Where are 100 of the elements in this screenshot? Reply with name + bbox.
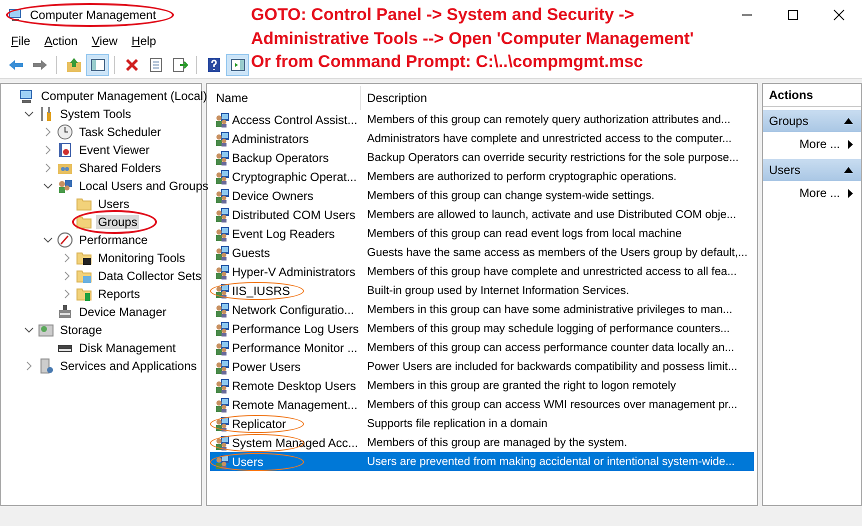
table-row[interactable]: Replicator Supports file replication in a domain — [210, 414, 754, 433]
user-group-icon — [214, 206, 230, 222]
table-row[interactable]: Access Control Assist... Members of this group can remotely query authorization attributes and... — [210, 110, 754, 129]
tree-item[interactable]: Groups — [96, 215, 140, 229]
table-row[interactable]: Power Users Power Users are included for backwards compatibility and possess limit... — [210, 357, 754, 376]
group-name: IIS_IUSRS — [232, 284, 290, 298]
group-name: Power Users — [232, 360, 301, 374]
group-description: Administrators have complete and unrestricted access to the computer... — [366, 132, 733, 144]
column-header[interactable]: Description — [361, 86, 754, 110]
group-name: Performance Monitor ... — [232, 340, 358, 354]
group-name: Network Configuratio... — [232, 302, 354, 316]
group-description: Power Users are included for backwards compatibility and possess limit... — [366, 360, 738, 372]
services-icon — [38, 358, 54, 374]
table-row[interactable]: Network Configuratio... Members in this group can have some administrative privileges to man... — [210, 300, 754, 319]
table-row[interactable]: Performance Monitor ... Members of this group can access performance counter data locally an... — [210, 338, 754, 357]
menu-item[interactable]: Action — [37, 34, 85, 48]
more-actions-link[interactable]: More ... — [763, 132, 861, 156]
table-row[interactable]: Hyper-V Administrators Members of this group have complete and unrestricted access to all fea... — [210, 262, 754, 281]
group-description: Members of this group can access performance counter data locally an... — [366, 342, 736, 354]
tree-item[interactable]: Task Scheduler — [77, 125, 164, 139]
chevron-down-icon[interactable] — [24, 109, 34, 119]
table-row[interactable]: Event Log Readers Members of this group can read event logs from local machine — [210, 224, 754, 243]
tree-item[interactable]: Local Users and Groups — [77, 179, 210, 193]
menu-item[interactable]: Help — [124, 34, 164, 48]
chevron-right-icon[interactable] — [24, 361, 34, 371]
table-row[interactable]: Backup Operators Backup Operators can override security restrictions for the sole purpose... — [210, 148, 754, 167]
more-actions-link[interactable]: More ... — [763, 181, 861, 205]
group-description: Members of this group can change system-wide settings. — [366, 190, 656, 202]
tree-item[interactable]: Disk Management — [77, 341, 178, 355]
chevron-down-icon[interactable] — [43, 181, 53, 191]
group-description: Members of this group may schedule logging of performance counters... — [366, 322, 731, 334]
tree-item[interactable]: System Tools — [58, 107, 134, 121]
chevron-right-icon[interactable] — [62, 253, 72, 263]
user-group-icon — [214, 168, 230, 184]
perf-icon — [57, 232, 73, 248]
tree-item[interactable]: Monitoring Tools — [96, 251, 188, 265]
collapse-icon — [844, 167, 853, 173]
tree-item[interactable]: Performance — [77, 233, 150, 247]
actions-header: Actions — [763, 84, 861, 107]
tree-item[interactable]: Data Collector Sets — [96, 269, 204, 283]
tree-item[interactable]: Storage — [58, 323, 104, 337]
tree-item[interactable]: Event Viewer — [77, 143, 152, 157]
user-group-icon — [214, 358, 230, 374]
table-row[interactable]: Guests Guests have the same access as members of the Users group by default,... — [210, 243, 754, 262]
chevron-right-icon[interactable] — [43, 163, 53, 173]
group-description: Guests have the same access as members of the Users group by default,... — [366, 246, 749, 258]
user-group-icon — [214, 188, 230, 204]
tree-item[interactable]: Shared Folders — [77, 161, 164, 175]
tree-item[interactable]: Device Manager — [77, 305, 168, 319]
collapse-icon — [844, 118, 853, 124]
folder-data-icon — [76, 268, 92, 284]
computer-icon — [8, 7, 24, 23]
group-name: Backup Operators — [232, 150, 329, 164]
chevron-down-icon[interactable] — [24, 325, 34, 335]
menu-item[interactable]: View — [84, 34, 125, 48]
annotation-text: Or from Command Prompt: C:\..\compmgmt.msc — [251, 51, 644, 73]
tree-item[interactable]: Reports — [96, 287, 142, 301]
tree-item[interactable]: Services and Applications — [58, 359, 199, 373]
tree-toggle-icon[interactable] — [86, 54, 109, 76]
user-group-icon — [214, 416, 230, 432]
user-group-icon — [214, 434, 230, 450]
user-group-icon — [214, 226, 230, 242]
table-row[interactable]: Remote Management... Members of this group can access WMI resources over management pr... — [210, 395, 754, 414]
menu-item[interactable]: File — [4, 34, 38, 48]
device-icon — [57, 304, 73, 320]
chevron-right-icon[interactable] — [62, 271, 72, 281]
group-description: Members of this group are managed by the system. — [366, 436, 628, 448]
annotation-text: Administrative Tools --> Open 'Computer Management' — [251, 28, 694, 50]
table-row[interactable]: Users Users are prevented from making accidental or intentional system-wide... — [210, 452, 754, 471]
tree-item[interactable]: Computer Management (Local) — [39, 89, 210, 103]
table-row[interactable]: IIS_IUSRS Built-in group used by Internet Information Services. — [210, 281, 754, 300]
close-icon — [833, 9, 845, 21]
actions-section-header[interactable]: Users — [763, 159, 861, 181]
group-name: Access Control Assist... — [232, 112, 358, 126]
table-row[interactable]: Cryptographic Operat... Members are authorized to perform cryptographic operations. — [210, 167, 754, 186]
folder-monitor-icon — [76, 250, 92, 266]
table-row[interactable]: Performance Log Users Members of this group may schedule logging of performance counters... — [210, 319, 754, 338]
table-row[interactable]: Administrators Administrators have complete and unrestricted access to the computer... — [210, 129, 754, 148]
chevron-right-icon[interactable] — [43, 145, 53, 155]
group-description: Members in this group can have some administrative privileges to man... — [366, 304, 734, 316]
actions-section-header[interactable]: Groups — [763, 110, 861, 132]
user-group-icon — [214, 454, 230, 470]
annotation-text: GOTO: Control Panel -> System and Security -> — [251, 4, 636, 26]
group-description: Members are authorized to perform cryptographic operations. — [366, 170, 678, 182]
group-description: Members of this group have complete and unrestricted access to all fea... — [366, 266, 738, 278]
group-name: Device Owners — [232, 188, 314, 202]
chevron-down-icon[interactable] — [43, 235, 53, 245]
table-row[interactable]: Distributed COM Users Members are allowed to launch, activate and use Distributed COM obje... — [210, 205, 754, 224]
column-header[interactable]: Name — [210, 86, 361, 110]
folder-icon — [76, 214, 92, 230]
action-pane-icon[interactable] — [226, 54, 249, 76]
group-name: Cryptographic Operat... — [232, 170, 357, 184]
chevron-right-icon[interactable] — [43, 127, 53, 137]
tree-item[interactable]: Users — [96, 197, 132, 211]
table-row[interactable]: Remote Desktop Users Members in this group are granted the right to logon remotely — [210, 376, 754, 395]
user-group-icon — [214, 396, 230, 412]
chevron-right-icon[interactable] — [62, 289, 72, 299]
table-row[interactable]: Device Owners Members of this group can change system-wide settings. — [210, 186, 754, 205]
user-group-icon — [214, 264, 230, 280]
user-group-icon — [214, 130, 230, 146]
